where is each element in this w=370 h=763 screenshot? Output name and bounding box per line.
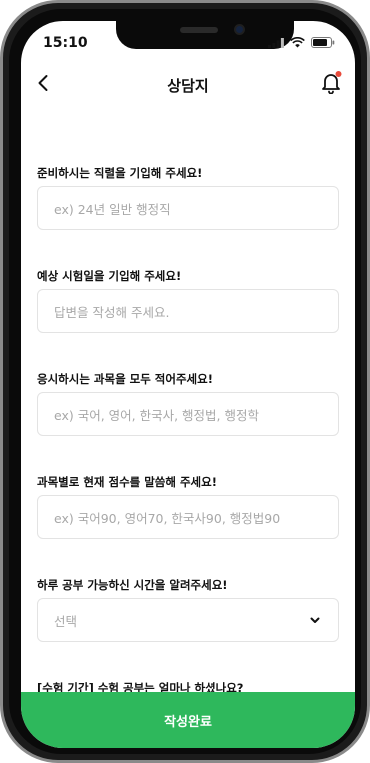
study-hours-select-value: 선택	[54, 613, 78, 629]
question-2-input[interactable]: 답변을 작성해 주세요.	[37, 289, 339, 333]
wifi-icon	[290, 37, 305, 48]
page-title: 상담지	[167, 77, 209, 95]
question-4-input[interactable]: ex) 국어90, 영어70, 한국사90, 행정법90	[37, 495, 339, 539]
battery-icon	[311, 37, 335, 48]
question-5-label: 하루 공부 가능하신 시간을 알려주세요!	[37, 578, 228, 592]
speaker	[180, 27, 218, 33]
question-3-label: 응시하시는 과목을 모두 적어주세요!	[37, 372, 213, 386]
app-screen: 15:10 상담지 준비하시는 직렬을 기입해 주세요! ex) 24년 일반 …	[21, 21, 355, 748]
study-hours-select[interactable]: 선택	[37, 598, 339, 642]
question-4-label: 과목별로 현재 점수를 말씀해 주세요!	[37, 475, 217, 489]
question-1-input[interactable]: ex) 24년 일반 행정직	[37, 186, 339, 230]
status-icons	[268, 37, 335, 48]
header: 상담지	[21, 65, 355, 103]
signal-icon	[268, 37, 284, 48]
submit-button[interactable]: 작성완료	[21, 692, 355, 748]
question-1-label: 준비하시는 직렬을 기입해 주세요!	[37, 166, 203, 180]
phone-frame: 15:10 상담지 준비하시는 직렬을 기입해 주세요! ex) 24년 일반 …	[0, 0, 370, 763]
front-camera	[234, 24, 245, 35]
question-3-input[interactable]: ex) 국어, 영어, 한국사, 행정법, 행정학	[37, 392, 339, 436]
chevron-down-icon	[310, 617, 320, 623]
submit-button-label: 작성완료	[164, 714, 212, 730]
notification-dot	[335, 71, 342, 77]
bell-icon[interactable]	[319, 70, 343, 94]
status-time: 15:10	[43, 35, 88, 51]
question-2-label: 예상 시험일을 기입해 주세요!	[37, 269, 182, 283]
